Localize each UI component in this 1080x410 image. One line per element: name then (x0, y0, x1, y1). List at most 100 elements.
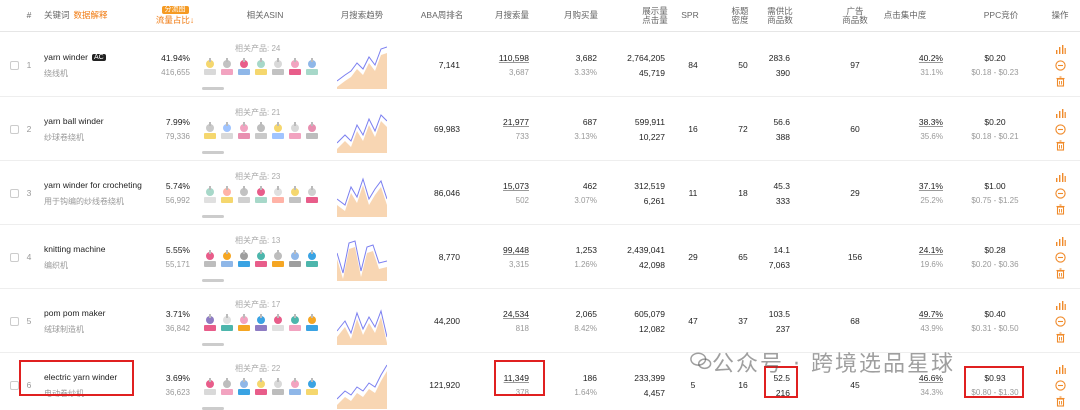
chart-icon[interactable] (1054, 363, 1066, 375)
checkbox[interactable] (9, 60, 19, 70)
trash-icon[interactable] (1054, 267, 1066, 279)
thumb-scrollbar[interactable] (202, 215, 224, 218)
product-thumbnail[interactable] (304, 247, 320, 273)
product-thumbnail[interactable] (287, 311, 303, 337)
keyword-text[interactable]: yarn winder (44, 52, 88, 62)
product-thumbnail[interactable] (287, 247, 303, 273)
product-thumbnail[interactable] (219, 183, 235, 209)
product-thumbnail[interactable] (202, 247, 218, 273)
product-thumbnail[interactable] (270, 55, 286, 81)
header-supply-demand[interactable]: 需供比 商品数 (760, 0, 800, 32)
chart-icon[interactable] (1054, 107, 1066, 119)
product-thumbnail[interactable] (270, 183, 286, 209)
product-thumbnail[interactable] (219, 375, 235, 401)
checkbox[interactable] (9, 252, 19, 262)
product-thumbnail[interactable] (304, 375, 320, 401)
data-explain-link[interactable]: 数据解释 (74, 10, 108, 20)
trash-icon[interactable] (1054, 75, 1066, 87)
thumb-scrollbar[interactable] (202, 87, 224, 90)
product-thumbnail[interactable] (253, 119, 269, 145)
row-checkbox[interactable] (8, 97, 20, 161)
click-concentration[interactable]: 40.2% (919, 53, 943, 63)
keyword-text[interactable]: pom pom maker (44, 308, 105, 318)
row-checkbox[interactable] (8, 33, 20, 97)
minus-circle-icon[interactable] (1054, 379, 1066, 391)
product-thumbnail[interactable] (304, 183, 320, 209)
product-thumbnail[interactable] (202, 375, 218, 401)
product-thumbnail[interactable] (236, 183, 252, 209)
monthly-trend-chart[interactable] (337, 105, 387, 153)
product-thumbnail[interactable] (287, 119, 303, 145)
product-thumbnail[interactable] (236, 55, 252, 81)
product-thumbnail[interactable] (304, 119, 320, 145)
product-thumbnail[interactable] (219, 247, 235, 273)
thumb-scrollbar[interactable] (202, 151, 224, 154)
product-thumbnail[interactable] (202, 183, 218, 209)
related-asin-cell[interactable]: 相关产品: 22 (200, 353, 330, 410)
click-concentration[interactable]: 24.1% (919, 245, 943, 255)
minus-circle-icon[interactable] (1054, 123, 1066, 135)
product-thumbnail[interactable] (287, 375, 303, 401)
row-checkbox[interactable] (8, 225, 20, 289)
product-thumbnail[interactable] (253, 183, 269, 209)
monthly-trend-chart[interactable] (337, 361, 387, 409)
header-ppc[interactable]: PPC竞价 (975, 0, 1027, 32)
trash-icon[interactable] (1054, 139, 1066, 151)
checkbox[interactable] (9, 124, 19, 134)
minus-circle-icon[interactable] (1054, 251, 1066, 263)
header-traffic-label[interactable]: 流量占比↓ (156, 15, 194, 25)
product-thumbnail[interactable] (287, 55, 303, 81)
product-thumbnail[interactable] (202, 311, 218, 337)
product-thumbnail[interactable] (253, 311, 269, 337)
header-click-concentration[interactable]: 点击集中度 (875, 0, 935, 32)
related-asin-cell[interactable]: 相关产品: 17 (200, 289, 330, 353)
header-impressions-clicks[interactable]: 展示量 点击量 (630, 0, 680, 32)
product-thumbnail[interactable] (270, 247, 286, 273)
product-thumbnail[interactable] (219, 119, 235, 145)
monthly-search-volume[interactable]: 110,598 (499, 53, 529, 63)
chart-icon[interactable] (1054, 299, 1066, 311)
trash-icon[interactable] (1054, 203, 1066, 215)
product-thumbnail[interactable] (270, 311, 286, 337)
product-thumbnail[interactable] (253, 55, 269, 81)
header-aba[interactable]: ABA周排名 (412, 0, 472, 32)
monthly-search-volume[interactable]: 21,977 (503, 117, 529, 127)
checkbox[interactable] (9, 316, 19, 326)
monthly-trend-chart[interactable] (337, 41, 387, 89)
chart-icon[interactable] (1054, 171, 1066, 183)
header-traffic[interactable]: 分流图 流量占比↓ (150, 0, 200, 32)
keyword-text[interactable]: knitting machine (44, 244, 105, 254)
product-thumbnails[interactable] (202, 119, 326, 147)
monthly-search-volume[interactable]: 99,448 (503, 245, 529, 255)
product-thumbnail[interactable] (304, 311, 320, 337)
product-thumbnails[interactable] (202, 375, 326, 403)
click-concentration[interactable]: 37.1% (919, 181, 943, 191)
checkbox[interactable] (9, 188, 19, 198)
minus-circle-icon[interactable] (1054, 315, 1066, 327)
product-thumbnail[interactable] (236, 375, 252, 401)
product-thumbnail[interactable] (287, 183, 303, 209)
click-concentration[interactable]: 49.7% (919, 309, 943, 319)
traffic-chart-badge[interactable]: 分流图 (161, 6, 189, 15)
related-asin-cell[interactable]: 相关产品: 24 (200, 33, 330, 97)
monthly-search-volume[interactable]: 24,534 (503, 309, 529, 319)
product-thumbnail[interactable] (304, 55, 320, 81)
keyword-text[interactable]: yarn ball winder (44, 116, 104, 126)
row-checkbox[interactable] (8, 289, 20, 353)
product-thumbnail[interactable] (236, 311, 252, 337)
product-thumbnail[interactable] (219, 311, 235, 337)
product-thumbnail[interactable] (202, 55, 218, 81)
product-thumbnail[interactable] (202, 119, 218, 145)
trash-icon[interactable] (1054, 331, 1066, 343)
related-asin-cell[interactable]: 相关产品: 23 (200, 161, 330, 225)
product-thumbnail[interactable] (253, 375, 269, 401)
header-spr[interactable]: SPR (678, 0, 702, 32)
product-thumbnails[interactable] (202, 247, 326, 275)
thumb-scrollbar[interactable] (202, 279, 224, 282)
product-thumbnails[interactable] (202, 183, 326, 211)
header-monthly-search[interactable]: 月搜索量 (486, 0, 538, 32)
product-thumbnail[interactable] (236, 119, 252, 145)
chart-icon[interactable] (1054, 235, 1066, 247)
chart-icon[interactable] (1054, 43, 1066, 55)
row-checkbox[interactable] (8, 161, 20, 225)
